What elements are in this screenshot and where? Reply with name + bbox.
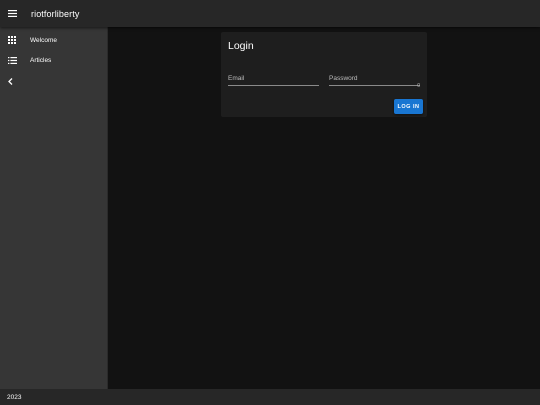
menu-button[interactable]	[0, 0, 24, 27]
nav-item-label: Welcome	[30, 36, 57, 44]
password-field-wrapper	[329, 67, 420, 86]
log-in-button[interactable]: LOG IN	[394, 99, 423, 114]
hamburger-menu-icon	[7, 10, 17, 17]
footer-year: 2023	[7, 393, 22, 401]
chevron-left-icon	[7, 77, 12, 85]
login-title: Login	[228, 40, 254, 52]
format-list-bulleted-icon	[7, 55, 17, 65]
nav-item-label: Articles	[30, 56, 52, 64]
collapse-drawer-button[interactable]	[2, 72, 18, 90]
main-content: Login 0 LOG IN	[108, 27, 540, 389]
login-card: Login 0 LOG IN	[221, 32, 427, 117]
navigation-drawer: Welcome Articles	[0, 27, 108, 389]
email-field-wrapper	[228, 67, 319, 86]
nav-item-welcome[interactable]: Welcome	[0, 30, 107, 50]
apps-grid-icon	[7, 35, 17, 45]
footer: 2023	[0, 389, 540, 405]
email-field[interactable]	[228, 72, 319, 86]
app-bar: riotforliberty	[0, 0, 540, 27]
nav-item-articles[interactable]: Articles	[0, 50, 107, 70]
app-title: riotforliberty	[31, 8, 80, 19]
password-character-counter: 0	[417, 83, 420, 89]
password-field[interactable]	[329, 72, 420, 86]
